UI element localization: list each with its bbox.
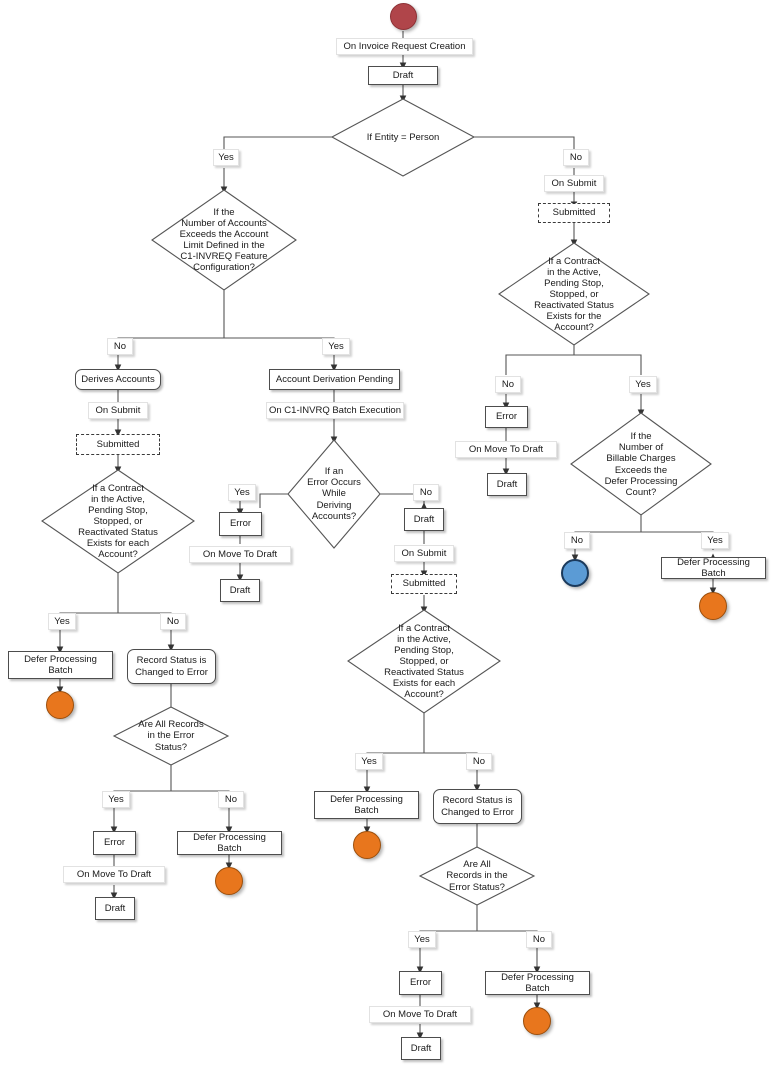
node-defer-processing-batch-left-yes[interactable]: Defer Processing Batch bbox=[8, 651, 113, 679]
node-label: Derives Accounts bbox=[81, 373, 155, 385]
decision-error-occurs-while-deriving-accounts[interactable]: If an Error Occurs While Deriving Accoun… bbox=[288, 440, 380, 548]
decision-contract-exists-the-account-right[interactable]: If a Contract in the Active, Pending Sto… bbox=[499, 243, 649, 346]
edge-label-exceeds-no: No bbox=[107, 338, 133, 355]
node-label: Draft bbox=[410, 1042, 432, 1054]
node-defer-processing-batch-right-yes[interactable]: Defer Processing Batch bbox=[661, 557, 766, 579]
node-error-left[interactable]: Error bbox=[93, 831, 136, 855]
node-submitted-right[interactable]: Submitted bbox=[538, 203, 610, 223]
decision-all-records-error-status-left[interactable]: Are All Records in the Error Status? bbox=[114, 707, 228, 765]
node-draft-mid-bottom[interactable]: Draft bbox=[401, 1037, 441, 1060]
edge-label-entity-no: No bbox=[563, 149, 589, 166]
node-submitted-mid[interactable]: Submitted bbox=[391, 574, 457, 594]
node-label: Defer Processing Batch bbox=[501, 971, 574, 994]
edge-label-all-records-left-yes: Yes bbox=[102, 791, 130, 808]
node-label: Are All Records in the Error Status? bbox=[446, 859, 508, 893]
node-label: Submitted bbox=[96, 438, 140, 450]
node-label: Draft bbox=[413, 513, 435, 525]
node-defer-processing-batch-mid-yes[interactable]: Defer Processing Batch bbox=[314, 791, 419, 819]
edge-label-contract-left-no: No bbox=[160, 613, 186, 630]
edge-label-contract-right-no: No bbox=[495, 376, 521, 393]
decision-entity-person[interactable]: If Entity = Person bbox=[332, 99, 474, 176]
edge-label-contract-right-yes: Yes bbox=[629, 376, 657, 393]
defer-terminator-mid-no bbox=[523, 1007, 551, 1035]
edge-label-on-submit-mid: On Submit bbox=[394, 545, 454, 562]
node-label: Draft bbox=[392, 69, 414, 81]
edge-label-billable-no: No bbox=[564, 532, 590, 549]
edge-label-on-invoice-request-creation: On Invoice Request Creation bbox=[336, 38, 473, 55]
edge-label-entity-yes: Yes bbox=[213, 149, 239, 166]
node-label: If a Contract in the Active, Pending Sto… bbox=[78, 482, 158, 561]
decision-all-records-error-status-mid[interactable]: Are All Records in the Error Status? bbox=[420, 847, 534, 905]
node-label: If a Contract in the Active, Pending Sto… bbox=[384, 622, 464, 701]
decision-contract-exists-each-account-left[interactable]: If a Contract in the Active, Pending Sto… bbox=[42, 470, 194, 573]
node-draft-mid-yes[interactable]: Draft bbox=[220, 579, 260, 602]
node-label: If the Number of Billable Charges Exceed… bbox=[604, 431, 678, 498]
node-label: Account Derivation Pending bbox=[275, 373, 394, 385]
edge-label-exceeds-yes: Yes bbox=[322, 338, 350, 355]
node-label: Error bbox=[229, 518, 252, 530]
edge-label-error-occurs-yes: Yes bbox=[228, 484, 256, 501]
edge-label-on-move-to-draft-mid-bottom: On Move To Draft bbox=[369, 1006, 471, 1023]
node-record-status-changed-to-error-mid[interactable]: Record Status is Changed to Error bbox=[433, 789, 522, 824]
node-derives-accounts[interactable]: Derives Accounts bbox=[75, 369, 161, 390]
decision-billable-charges-exceeds-defer-count[interactable]: If the Number of Billable Charges Exceed… bbox=[571, 413, 711, 516]
decision-contract-exists-each-account-mid[interactable]: If a Contract in the Active, Pending Sto… bbox=[348, 610, 500, 713]
edge-label-on-move-to-draft-left: On Move To Draft bbox=[63, 866, 165, 883]
node-defer-processing-batch-mid-no[interactable]: Defer Processing Batch bbox=[485, 971, 590, 995]
node-label: Record Status is Changed to Error bbox=[135, 655, 208, 678]
edge-label-contract-left-yes: Yes bbox=[48, 613, 76, 630]
defer-terminator-right-yes bbox=[699, 592, 727, 620]
edge-label-billable-yes: Yes bbox=[701, 532, 729, 549]
node-label: Draft bbox=[229, 584, 251, 596]
node-record-status-changed-to-error-left[interactable]: Record Status is Changed to Error bbox=[127, 649, 216, 684]
node-label: If an Error Occurs While Deriving Accoun… bbox=[307, 466, 361, 522]
node-error-mid-yes[interactable]: Error bbox=[219, 512, 262, 536]
node-label: If the Number of Accounts Exceeds the Ac… bbox=[179, 206, 269, 274]
flowchart-canvas: Draft If Entity = Person If the Number o… bbox=[0, 0, 780, 1074]
defer-terminator-mid-yes bbox=[353, 831, 381, 859]
node-label: Defer Processing Batch bbox=[24, 653, 97, 676]
end-terminator-blue bbox=[561, 559, 589, 587]
edge-label-contract-mid-yes: Yes bbox=[355, 753, 383, 770]
start-terminator bbox=[390, 3, 417, 30]
defer-terminator-left-yes bbox=[46, 691, 74, 719]
node-defer-processing-batch-left-no[interactable]: Defer Processing Batch bbox=[177, 831, 282, 855]
node-label: If a Contract in the Active, Pending Sto… bbox=[534, 255, 614, 334]
edge-label-error-occurs-no: No bbox=[413, 484, 439, 501]
node-label: Submitted bbox=[402, 578, 446, 590]
edge-label-on-move-to-draft-mid-yes: On Move To Draft bbox=[189, 546, 291, 563]
node-label: Error bbox=[409, 977, 432, 989]
decision-number-of-accounts-exceeds-limit[interactable]: If the Number of Accounts Exceeds the Ac… bbox=[152, 190, 296, 290]
node-error-right[interactable]: Error bbox=[485, 406, 528, 428]
edge-label-on-submit-right: On Submit bbox=[544, 175, 604, 192]
edge-label-contract-mid-no: No bbox=[466, 753, 492, 770]
node-draft-right[interactable]: Draft bbox=[487, 473, 527, 496]
edge-label-all-records-mid-no: No bbox=[526, 931, 552, 948]
edge-label-on-submit-left: On Submit bbox=[88, 402, 148, 419]
node-error-mid-bottom[interactable]: Error bbox=[399, 971, 442, 995]
edge-label-on-move-to-draft-right: On Move To Draft bbox=[455, 441, 557, 458]
node-label: Defer Processing Batch bbox=[330, 793, 403, 816]
node-label: If Entity = Person bbox=[366, 131, 440, 143]
node-draft-left[interactable]: Draft bbox=[95, 897, 135, 920]
node-label: Error bbox=[495, 411, 518, 423]
node-account-derivation-pending[interactable]: Account Derivation Pending bbox=[269, 369, 400, 390]
defer-terminator-left-no bbox=[215, 867, 243, 895]
node-label: Draft bbox=[104, 902, 126, 914]
edge-label-on-c1invrq-batch-execution: On C1-INVRQ Batch Execution bbox=[266, 402, 404, 419]
edge-label-all-records-mid-yes: Yes bbox=[408, 931, 436, 948]
node-draft-top[interactable]: Draft bbox=[368, 66, 438, 85]
node-label: Record Status is Changed to Error bbox=[441, 795, 514, 818]
node-label: Defer Processing Batch bbox=[193, 831, 266, 854]
node-label: Submitted bbox=[552, 207, 596, 219]
node-label: Are All Records in the Error Status? bbox=[138, 719, 204, 753]
node-label: Draft bbox=[496, 478, 518, 490]
node-draft-mid-no[interactable]: Draft bbox=[404, 508, 444, 531]
node-label: Error bbox=[103, 837, 126, 849]
node-submitted-left[interactable]: Submitted bbox=[76, 434, 160, 455]
node-label: Defer Processing Batch bbox=[677, 556, 750, 579]
edge-label-all-records-left-no: No bbox=[218, 791, 244, 808]
